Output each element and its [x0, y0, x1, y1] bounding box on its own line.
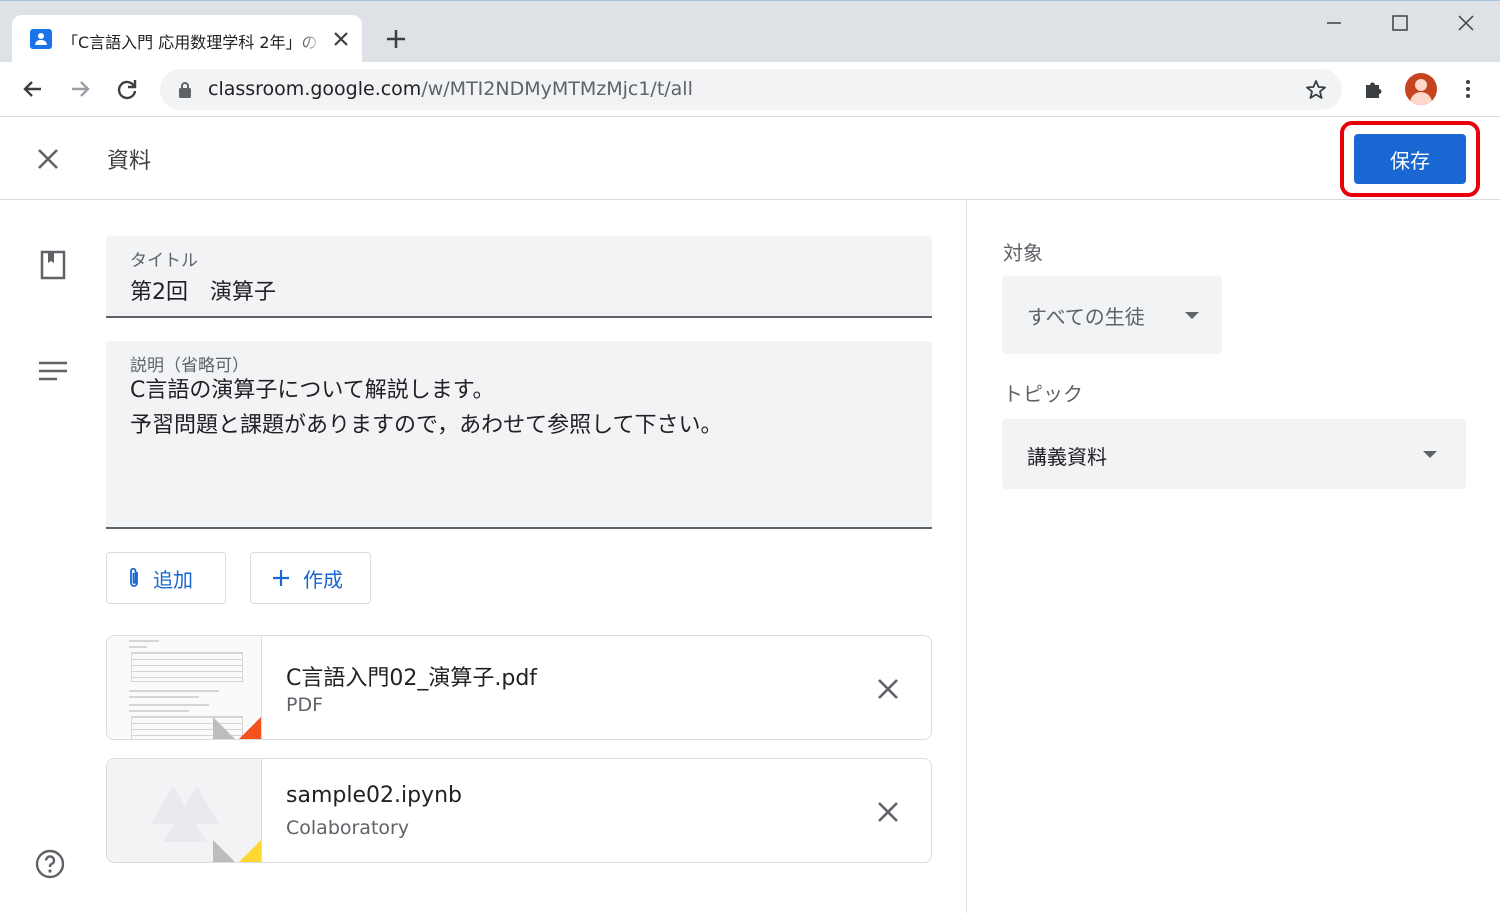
description-lines-icon	[39, 361, 67, 381]
browser-tab[interactable]: 「C言語入門 応用数理学科 2年」の	[12, 15, 362, 63]
bookmark-book-icon	[40, 250, 66, 280]
close-icon[interactable]	[34, 145, 62, 173]
reload-icon[interactable]	[113, 75, 141, 103]
address-bar[interactable]: classroom.google.com/w/MTI2NDMyMTMzMjc1/…	[160, 69, 1342, 110]
title-field-label: タイトル	[130, 251, 198, 271]
url-host: classroom.google.com	[208, 78, 422, 100]
dropdown-caret-icon	[1423, 451, 1437, 458]
classroom-favicon-icon	[30, 29, 52, 49]
create-button[interactable]: 作成	[250, 552, 371, 604]
forward-arrow-icon[interactable]	[66, 75, 94, 103]
title-field[interactable]: タイトル 第2回 演算子	[106, 236, 932, 318]
plus-icon	[273, 570, 289, 586]
pdf-corner-marker	[237, 717, 261, 739]
save-button[interactable]: 保存	[1354, 134, 1466, 184]
attachment-card[interactable]: C言語入門02_演算子.pdf PDF	[106, 635, 932, 740]
drive-thumbnail	[107, 759, 262, 862]
description-line: 予習問題と課題がありますので，あわせて参照して下さい。	[130, 413, 723, 438]
attachment-type: Colaboratory	[286, 817, 410, 839]
app-header: 資料 保存	[0, 117, 1500, 200]
window-close-icon[interactable]	[1454, 11, 1478, 35]
add-attachment-button[interactable]: 追加	[106, 552, 226, 604]
settings-panel: 対象 すべての生徒 トピック 講義資料	[967, 200, 1500, 913]
attachment-type: PDF	[286, 694, 324, 716]
description-line: C言語の演算子について解説します。	[130, 378, 495, 403]
attachment-name: sample02.ipynb	[286, 783, 462, 808]
target-dropdown-value: すべての生徒	[1027, 305, 1145, 329]
url-text: classroom.google.com/w/MTI2NDMyMTMzMjc1/…	[208, 78, 693, 100]
browser-menu-icon[interactable]	[1456, 77, 1480, 101]
browser-tabstrip: 「C言語入門 応用数理学科 2年」の	[0, 0, 1500, 63]
new-tab-icon[interactable]	[382, 25, 410, 53]
topic-dropdown-value: 講義資料	[1027, 445, 1107, 469]
description-field[interactable]: 説明（省略可） C言語の演算子について解説します。 予習問題と課題がありますので…	[106, 341, 932, 529]
topic-dropdown[interactable]: 講義資料	[1002, 419, 1466, 489]
description-text[interactable]: C言語の演算子について解説します。 予習問題と課題がありますので，あわせて参照し…	[130, 373, 722, 443]
material-form: タイトル 第2回 演算子 説明（省略可） C言語の演算子について解説します。 予…	[0, 200, 967, 913]
dropdown-caret-icon	[1185, 312, 1199, 319]
tab-close-icon[interactable]	[330, 28, 352, 50]
bookmark-star-icon[interactable]	[1304, 78, 1328, 102]
browser-toolbar: classroom.google.com/w/MTI2NDMyMTMzMjc1/…	[0, 62, 1500, 117]
target-label: 対象	[1003, 241, 1043, 265]
lock-icon	[179, 82, 191, 98]
profile-avatar[interactable]	[1405, 73, 1437, 105]
remove-attachment-icon[interactable]	[875, 799, 901, 825]
window-minimize-icon[interactable]	[1322, 11, 1346, 35]
add-attachment-label: 追加	[153, 567, 193, 592]
google-drive-icon	[151, 786, 219, 842]
pdf-thumbnail	[107, 636, 262, 739]
create-label: 作成	[303, 567, 343, 592]
help-icon[interactable]	[34, 848, 66, 880]
remove-attachment-icon[interactable]	[875, 676, 901, 702]
extensions-puzzle-icon[interactable]	[1362, 77, 1386, 101]
url-path: /w/MTI2NDMyMTMzMjc1/t/all	[421, 78, 693, 100]
window-maximize-icon[interactable]	[1388, 11, 1412, 35]
attachment-name: C言語入門02_演算子.pdf	[286, 666, 538, 691]
tab-title: 「C言語入門 応用数理学科 2年」の	[62, 29, 322, 53]
colab-corner-marker	[237, 840, 261, 862]
target-dropdown[interactable]: すべての生徒	[1002, 276, 1222, 354]
attachment-card[interactable]: sample02.ipynb Colaboratory	[106, 758, 932, 863]
page-title: 資料	[107, 149, 152, 174]
paperclip-icon	[130, 567, 138, 587]
back-arrow-icon[interactable]	[19, 75, 47, 103]
title-field-value[interactable]: 第2回 演算子	[130, 274, 276, 306]
topic-label: トピック	[1003, 382, 1083, 406]
